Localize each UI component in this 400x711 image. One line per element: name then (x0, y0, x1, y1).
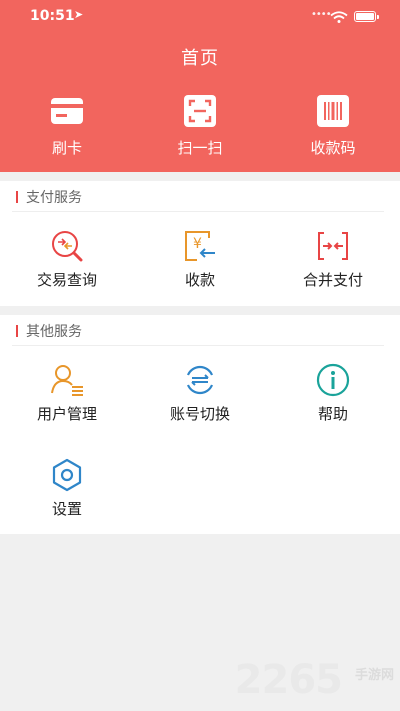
card-icon (51, 98, 83, 124)
header-bar: 10:51 ➤ •••• 首页 刷卡 扫一扫 收款码 (0, 0, 400, 172)
status-time: 10:51 (30, 8, 75, 24)
gear-icon (52, 458, 82, 492)
page-title: 首页 (181, 48, 219, 69)
status-bar: 10:51 ➤ •••• (0, 0, 400, 34)
transaction-search-icon (52, 231, 83, 262)
section-header: 支付服务 (12, 181, 384, 212)
battery-icon (354, 11, 379, 22)
card-swipe-label: 刷卡 (51, 139, 82, 157)
account-switch-label: 账号切换 (169, 405, 230, 423)
location-arrow-icon: ➤ (74, 8, 84, 21)
payment-code-label: 收款码 (310, 139, 356, 157)
transaction-query-label: 交易查询 (36, 271, 97, 289)
other-services-section: 其他服务 用户管理 账号切换 帮助 设置 (0, 315, 400, 534)
section-marker (16, 191, 18, 203)
scan-icon (184, 95, 216, 127)
card-swipe-button[interactable]: 刷卡 (7, 94, 127, 158)
receive-payment-icon: ¥ (185, 231, 215, 261)
scan-label: 扫一扫 (177, 139, 223, 157)
merge-payment-button[interactable]: 合并支付 (268, 229, 398, 290)
help-label: 帮助 (317, 405, 348, 423)
watermark-number: 2265 (234, 657, 343, 703)
account-switch-button[interactable]: 账号切换 (135, 363, 265, 424)
receive-payment-button[interactable]: ¥ 收款 (135, 229, 265, 290)
section-title: 支付服务 (26, 190, 82, 206)
user-management-button[interactable]: 用户管理 (2, 363, 132, 424)
section-header: 其他服务 (12, 315, 384, 346)
merge-payment-icon (318, 232, 348, 260)
merge-payment-label: 合并支付 (302, 271, 363, 289)
user-management-label: 用户管理 (36, 405, 97, 423)
help-button[interactable]: 帮助 (268, 363, 398, 424)
watermark-suffix: 手游网 (354, 668, 394, 683)
settings-label: 设置 (51, 500, 82, 518)
section-title: 其他服务 (26, 324, 82, 340)
payment-code-button[interactable]: 收款码 (273, 94, 393, 158)
signal-icon: •••• (311, 9, 332, 20)
account-switch-icon (186, 365, 214, 395)
svg-text:¥: ¥ (193, 236, 202, 252)
user-management-icon (51, 365, 83, 396)
receive-payment-label: 收款 (184, 271, 215, 289)
section-marker (16, 325, 18, 337)
payment-services-section: 支付服务 交易查询 ¥ 收款 合并支付 (0, 181, 400, 306)
barcode-icon (317, 95, 349, 127)
info-icon (316, 363, 350, 397)
wifi-icon (330, 11, 348, 23)
scan-button[interactable]: 扫一扫 (140, 94, 260, 158)
transaction-query-button[interactable]: 交易查询 (2, 229, 132, 290)
settings-button[interactable]: 设置 (2, 458, 132, 519)
